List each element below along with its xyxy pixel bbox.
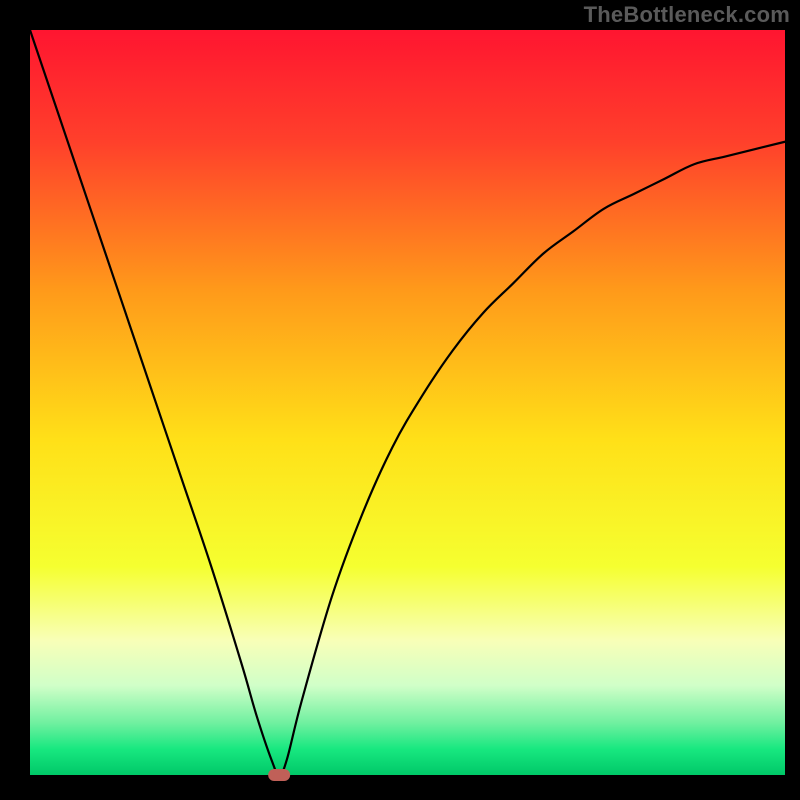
bottleneck-chart [0, 0, 800, 800]
plot-background [30, 30, 785, 775]
watermark-text: TheBottleneck.com [584, 2, 790, 28]
minimum-marker [268, 769, 290, 781]
chart-frame: TheBottleneck.com [0, 0, 800, 800]
